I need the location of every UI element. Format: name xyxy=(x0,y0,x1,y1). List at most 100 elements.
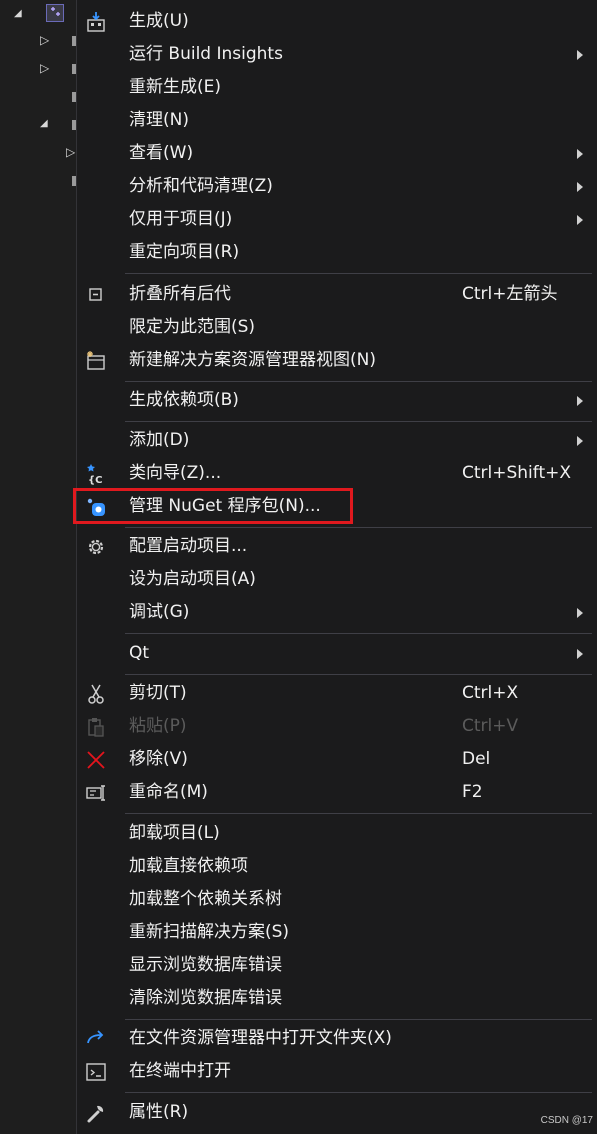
menu-item-label: 类向导(Z)... xyxy=(129,463,222,483)
menu-separator xyxy=(125,1019,592,1020)
menu-item-label: 调试(G) xyxy=(129,602,190,622)
menu-item-rescan[interactable]: 重新扫描解决方案(S) xyxy=(77,916,596,949)
menu-item-scope-to-this[interactable]: 限定为此范围(S) xyxy=(77,311,596,344)
menu-item-open-in-explorer[interactable]: 在文件资源管理器中打开文件夹(X) xyxy=(77,1022,596,1055)
menu-separator xyxy=(125,527,592,528)
menu-item-label: 显示浏览数据库错误 xyxy=(129,955,282,975)
shortcut-text: Del xyxy=(462,749,491,769)
menu-item-label: 清理(N) xyxy=(129,110,189,130)
menu-item-analyze[interactable]: 分析和代码清理(Z) xyxy=(77,170,596,203)
paste-icon xyxy=(85,716,107,738)
solution-explorer-strip: ◢ ▷ ▷ ◢ ▷ xyxy=(0,0,76,1134)
menu-item-load-direct[interactable]: 加载直接依赖项 xyxy=(77,850,596,883)
collapse-icon xyxy=(85,284,107,306)
menu-item-label: 在文件资源管理器中打开文件夹(X) xyxy=(129,1028,392,1048)
menu-item-label: 限定为此范围(S) xyxy=(129,317,256,337)
menu-item-remove[interactable]: 移除(V) Del xyxy=(77,743,596,776)
submenu-arrow-icon xyxy=(577,215,583,225)
menu-item-new-view[interactable]: 新建解决方案资源管理器视图(N) xyxy=(77,344,596,377)
menu-item-load-tree[interactable]: 加载整个依赖关系树 xyxy=(77,883,596,916)
menu-separator xyxy=(125,1092,592,1093)
shortcut-text: Ctrl+Shift+X xyxy=(462,463,572,483)
menu-item-label: 粘贴(P) xyxy=(129,716,187,736)
menu-item-build-dependencies[interactable]: 生成依赖项(B) xyxy=(77,384,596,417)
tree-row[interactable] xyxy=(0,83,76,109)
menu-item-label: 折叠所有后代 xyxy=(129,284,231,304)
menu-item-set-startup[interactable]: 设为启动项目(A) xyxy=(77,563,596,596)
tree-row[interactable]: ▷ xyxy=(0,55,76,81)
menu-item-show-db-errors[interactable]: 显示浏览数据库错误 xyxy=(77,949,596,982)
submenu-arrow-icon xyxy=(577,149,583,159)
scissors-icon xyxy=(85,683,107,705)
menu-item-project-only[interactable]: 仅用于项目(J) xyxy=(77,203,596,236)
menu-item-build[interactable]: 生成(U) xyxy=(77,5,596,38)
watermark-text: CSDN @17 xyxy=(540,1115,593,1126)
menu-item-label: 配置启动项目... xyxy=(129,536,248,556)
menu-separator xyxy=(125,381,592,382)
screen: ◢ ▷ ▷ ◢ ▷ 生成(U) 运行 Build Insights 重新生成(E… xyxy=(0,0,597,1134)
menu-item-debug[interactable]: 调试(G) xyxy=(77,596,596,629)
menu-item-label: 重新扫描解决方案(S) xyxy=(129,922,290,942)
menu-item-label: 清除浏览数据库错误 xyxy=(129,988,282,1008)
menu-item-properties[interactable]: 属性(R) xyxy=(77,1096,596,1129)
menu-item-unload[interactable]: 卸载项目(L) xyxy=(77,817,596,850)
menu-item-label: 分析和代码清理(Z) xyxy=(129,176,273,196)
tree-row-solution[interactable]: ◢ xyxy=(0,1,76,27)
menu-item-paste[interactable]: 粘贴(P) Ctrl+V xyxy=(77,710,596,743)
expanded-arrow-icon[interactable]: ◢ xyxy=(40,111,48,137)
collapsed-arrow-icon[interactable]: ▷ xyxy=(40,55,49,81)
project-icon xyxy=(46,4,64,22)
menu-item-configure-startup[interactable]: 配置启动项目... xyxy=(77,530,596,563)
wrench-icon xyxy=(85,1102,107,1124)
menu-separator xyxy=(125,633,592,634)
submenu-arrow-icon xyxy=(577,649,583,659)
menu-item-retarget[interactable]: 重定向项目(R) xyxy=(77,236,596,269)
tree-row[interactable] xyxy=(0,167,76,193)
svg-text:{C: {C xyxy=(88,475,102,485)
collapsed-arrow-icon[interactable]: ▷ xyxy=(66,139,75,165)
menu-item-label: 查看(W) xyxy=(129,143,194,163)
submenu-arrow-icon xyxy=(577,182,583,192)
menu-item-add[interactable]: 添加(D) xyxy=(77,424,596,457)
gear-icon xyxy=(85,536,107,558)
menu-item-rebuild[interactable]: 重新生成(E) xyxy=(77,71,596,104)
menu-item-label: 重命名(M) xyxy=(129,782,208,802)
menu-item-label: 剪切(T) xyxy=(129,683,187,703)
menu-item-label: 重定向项目(R) xyxy=(129,242,240,262)
menu-item-label: 设为启动项目(A) xyxy=(129,569,256,589)
close-icon xyxy=(85,749,107,771)
submenu-arrow-icon xyxy=(577,50,583,60)
menu-item-label: 生成(U) xyxy=(129,11,189,31)
menu-item-class-wizard[interactable]: {C 类向导(Z)... Ctrl+Shift+X xyxy=(77,457,596,490)
menu-item-label: 在终端中打开 xyxy=(129,1061,231,1081)
shortcut-text: Ctrl+左箭头 xyxy=(462,284,558,304)
menu-item-label: 移除(V) xyxy=(129,749,188,769)
menu-item-clear-db-errors[interactable]: 清除浏览数据库错误 xyxy=(77,982,596,1015)
menu-item-rename[interactable]: 重命名(M) F2 xyxy=(77,776,596,809)
menu-item-view[interactable]: 查看(W) xyxy=(77,137,596,170)
menu-item-label: 添加(D) xyxy=(129,430,190,450)
tree-row[interactable]: ▷ xyxy=(0,27,76,53)
menu-item-label: 生成依赖项(B) xyxy=(129,390,239,410)
menu-item-label: 加载整个依赖关系树 xyxy=(129,889,282,909)
menu-item-label: 仅用于项目(J) xyxy=(129,209,233,229)
collapsed-arrow-icon[interactable]: ▷ xyxy=(40,27,49,53)
menu-item-build-insights[interactable]: 运行 Build Insights xyxy=(77,38,596,71)
menu-separator xyxy=(125,421,592,422)
menu-item-qt[interactable]: Qt xyxy=(77,637,596,670)
highlight-box xyxy=(73,488,353,524)
menu-item-label: Qt xyxy=(129,643,150,663)
menu-separator xyxy=(125,273,592,274)
tree-row[interactable]: ▷ xyxy=(0,139,76,165)
menu-item-label: 重新生成(E) xyxy=(129,77,222,97)
shortcut-text: Ctrl+X xyxy=(462,683,519,703)
shortcut-text: F2 xyxy=(462,782,483,802)
menu-item-open-in-terminal[interactable]: 在终端中打开 xyxy=(77,1055,596,1088)
expanded-arrow-icon[interactable]: ◢ xyxy=(14,1,22,27)
menu-item-cut[interactable]: 剪切(T) Ctrl+X xyxy=(77,677,596,710)
tree-row[interactable]: ◢ xyxy=(0,111,76,137)
menu-item-clean[interactable]: 清理(N) xyxy=(77,104,596,137)
submenu-arrow-icon xyxy=(577,608,583,618)
submenu-arrow-icon xyxy=(577,436,583,446)
menu-item-collapse-all[interactable]: 折叠所有后代 Ctrl+左箭头 xyxy=(77,278,596,311)
